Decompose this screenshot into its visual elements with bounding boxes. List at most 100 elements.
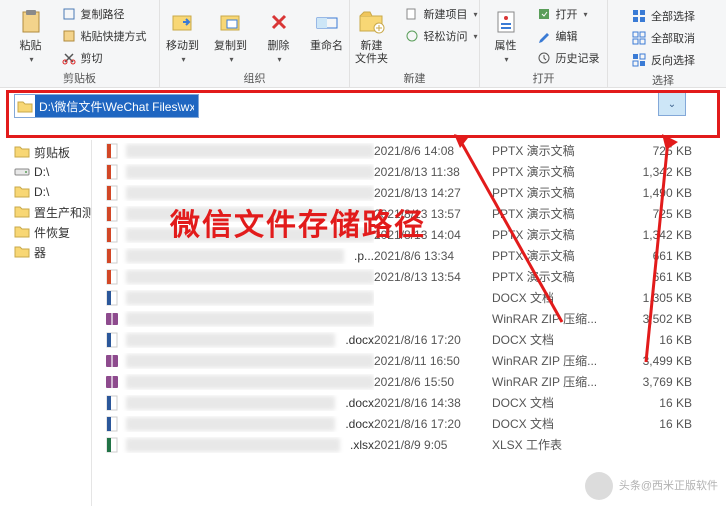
file-row[interactable]: 2021/8/6 15:50WinRAR ZIP 压缩...3,769 KB — [92, 371, 726, 392]
file-row[interactable]: .p...2021/8/6 13:34PPTX 演示文稿661 KB — [92, 245, 726, 266]
paste-shortcut-label: 粘贴快捷方式 — [81, 28, 147, 44]
file-date-cell: 2021/8/9 9:05 — [374, 438, 492, 452]
new-folder-icon — [356, 6, 388, 38]
pptx-file-icon — [104, 206, 120, 222]
move-to-button[interactable]: 移动到▾ — [161, 4, 205, 68]
file-name-cell: .docx — [104, 332, 374, 348]
file-name-suffix: .p... — [354, 249, 374, 263]
file-name-cell — [104, 269, 374, 285]
sidebar-item-label: D:\ — [34, 185, 49, 199]
folder-icon — [15, 99, 35, 113]
easy-access-button[interactable]: 轻松访问▾ — [400, 26, 482, 46]
delete-button[interactable]: 删除▾ — [257, 4, 301, 68]
paste-shortcut-button[interactable]: 粘贴快捷方式 — [57, 26, 151, 46]
content-area: 剪贴板D:\D:\置生产和测件恢复器 2021/8/6 14:08PPTX 演示… — [0, 140, 726, 506]
cut-icon — [61, 50, 77, 66]
file-type-cell: DOCX 文档 — [492, 415, 622, 432]
ribbon-group-new: 新建 文件夹 新建项目▾ 轻松访问▾ 新建 — [350, 0, 480, 87]
rename-button[interactable]: 重命名 — [305, 4, 349, 68]
file-row[interactable]: WinRAR ZIP 压缩...3,502 KB — [92, 308, 726, 329]
folder-icon — [14, 224, 30, 240]
address-input[interactable] — [35, 95, 198, 117]
sidebar-item[interactable]: 件恢复 — [0, 222, 91, 242]
sidebar-item[interactable]: 器 — [0, 242, 91, 262]
select-none-icon — [631, 30, 647, 46]
file-row[interactable]: 2021/8/13 14:04PPTX 演示文稿1,342 KB — [92, 224, 726, 245]
ribbon-group-open: 属性▾ 打开▾ 编辑 历史记录 打开 — [480, 0, 608, 87]
file-date-cell: 2021/8/11 16:50 — [374, 354, 492, 368]
file-name-blurred — [126, 165, 374, 179]
annotation-arrow-1 — [452, 132, 572, 332]
easy-access-icon — [404, 28, 420, 44]
copy-to-button[interactable]: 复制到▾ — [209, 4, 253, 68]
new-item-button[interactable]: 新建项目 ▾ — [400, 4, 482, 24]
select-none-button[interactable]: 全部取消 — [627, 28, 699, 48]
sidebar-item[interactable]: D:\ — [0, 182, 91, 202]
new-folder-label: 新建 文件夹 — [355, 40, 388, 66]
file-row[interactable]: 2021/8/13 13:57PPTX 演示文稿725 KB — [92, 203, 726, 224]
sidebar-item[interactable]: 置生产和测 — [0, 202, 91, 222]
file-row[interactable]: .xlsx2021/8/9 9:05XLSX 工作表 — [92, 434, 726, 455]
new-folder-button[interactable]: 新建 文件夹 — [348, 4, 396, 68]
new-item-icon — [404, 6, 420, 22]
xlsx-file-icon — [104, 437, 120, 453]
file-type-cell: WinRAR ZIP 压缩... — [492, 352, 622, 369]
sidebar-item-label: 件恢复 — [34, 224, 70, 241]
ribbon-group-organize-label: 组织 — [244, 68, 266, 88]
file-name-suffix: .xlsx — [350, 438, 374, 452]
open-button[interactable]: 打开▾ — [532, 4, 604, 24]
copy-path-button[interactable]: 复制路径 — [57, 4, 151, 24]
address-bar-area: ⌄ — [0, 88, 726, 140]
chevron-down-icon: ▾ — [504, 55, 508, 64]
select-all-button[interactable]: 全部选择 — [627, 6, 699, 26]
pptx-file-icon — [104, 185, 120, 201]
docx-file-icon — [104, 332, 120, 348]
history-button[interactable]: 历史记录 — [532, 48, 604, 68]
file-name-cell — [104, 206, 374, 222]
file-row[interactable]: 2021/8/11 16:50WinRAR ZIP 压缩...3,499 KB — [92, 350, 726, 371]
file-name-suffix: .docx — [345, 396, 374, 410]
file-row[interactable]: 2021/8/13 11:38PPTX 演示文稿1,342 KB — [92, 161, 726, 182]
ribbon-group-clipboard: 粘贴 ▾ 复制路径 粘贴快捷方式 剪切 剪贴板 — [0, 0, 160, 87]
zip-file-icon — [104, 353, 120, 369]
paste-button[interactable]: 粘贴 ▾ — [9, 4, 53, 68]
file-row[interactable]: 2021/8/13 14:27PPTX 演示文稿1,490 KB — [92, 182, 726, 203]
file-name-cell — [104, 290, 374, 306]
sidebar-item[interactable]: 剪贴板 — [0, 142, 91, 162]
chevron-down-icon: ▾ — [277, 55, 281, 64]
folder-icon — [14, 244, 30, 260]
invert-selection-button[interactable]: 反向选择 — [627, 50, 699, 70]
cut-button[interactable]: 剪切 — [57, 48, 151, 68]
new-item-label: 新建项目 — [424, 6, 468, 22]
file-row[interactable]: .docx2021/8/16 17:20DOCX 文档16 KB — [92, 329, 726, 350]
file-date-cell: 2021/8/16 17:20 — [374, 333, 492, 347]
file-row[interactable]: DOCX 文档1,305 KB — [92, 287, 726, 308]
file-name-blurred — [126, 249, 344, 263]
address-bar[interactable] — [14, 94, 199, 118]
rename-label: 重命名 — [310, 40, 343, 53]
file-row[interactable]: 2021/8/6 14:08PPTX 演示文稿725 KB — [92, 140, 726, 161]
file-size-cell: 16 KB — [622, 417, 692, 431]
file-type-cell: DOCX 文档 — [492, 394, 622, 411]
file-row[interactable]: .docx2021/8/16 17:20DOCX 文档16 KB — [92, 413, 726, 434]
sidebar-item-label: 置生产和测 — [34, 204, 92, 221]
file-row[interactable]: .docx2021/8/16 14:38DOCX 文档16 KB — [92, 392, 726, 413]
folder-icon — [14, 184, 30, 200]
copy-path-label: 复制路径 — [81, 6, 125, 22]
sidebar-item[interactable]: D:\ — [0, 162, 91, 182]
watermark-avatar — [585, 472, 613, 500]
paste-label: 粘贴 — [20, 40, 42, 53]
annotation-arrow-2 — [636, 132, 696, 372]
chevron-down-icon: ▾ — [474, 10, 478, 19]
file-name-cell — [104, 185, 374, 201]
properties-button[interactable]: 属性▾ — [484, 4, 528, 68]
ribbon-group-select: 全部选择 全部取消 反向选择 选择 — [608, 0, 718, 87]
address-history-dropdown[interactable]: ⌄ — [658, 92, 686, 116]
edit-button[interactable]: 编辑 — [532, 26, 604, 46]
delete-icon — [263, 6, 295, 38]
chevron-down-icon: ▾ — [474, 32, 478, 41]
select-all-label: 全部选择 — [651, 8, 695, 24]
zip-file-icon — [104, 374, 120, 390]
file-name-cell — [104, 164, 374, 180]
file-row[interactable]: 2021/8/13 13:54PPTX 演示文稿661 KB — [92, 266, 726, 287]
